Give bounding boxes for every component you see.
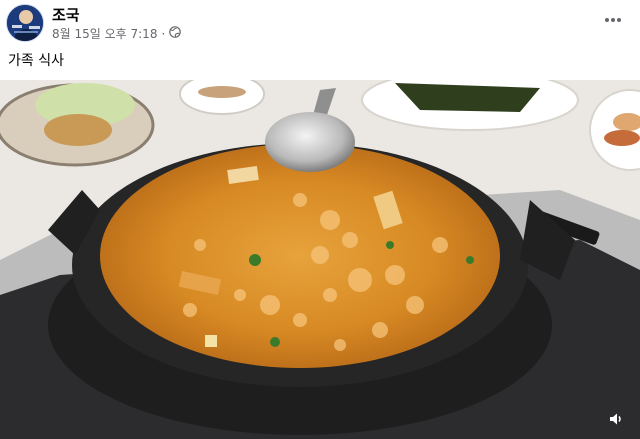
avatar[interactable] <box>6 4 44 42</box>
speaker-icon <box>610 413 621 425</box>
post-date[interactable]: 8월 15일 오후 7:18 <box>52 25 157 42</box>
post-video[interactable] <box>0 80 640 439</box>
globe-icon[interactable] <box>169 26 182 41</box>
post-meta: 8월 15일 오후 7:18 · <box>52 25 182 42</box>
food-photo <box>0 80 640 439</box>
sound-button[interactable] <box>604 407 628 431</box>
separator-dot: · <box>161 26 166 41</box>
avatar-image <box>7 5 43 41</box>
more-horizontal-icon <box>605 18 621 22</box>
author-name[interactable]: 조국 <box>52 4 80 25</box>
more-options-button[interactable] <box>598 6 628 34</box>
post-caption: 가족 식사 <box>8 53 64 69</box>
post-header: 조국 8월 15일 오후 7:18 · <box>0 0 640 48</box>
